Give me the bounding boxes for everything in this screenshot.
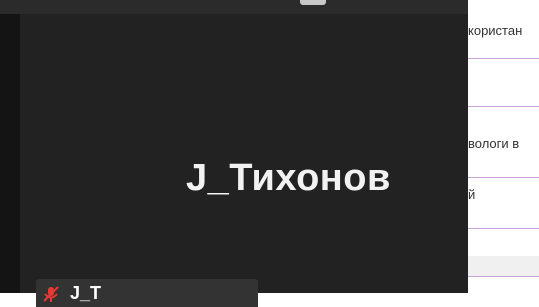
participant-video-tile[interactable]: J_Тихонов J_Т: [20, 14, 468, 307]
divider: [468, 276, 539, 277]
divider: [468, 58, 539, 59]
mic-muted-icon: [43, 286, 59, 302]
text-row: вологи в: [468, 136, 520, 151]
top-indicator: [300, 0, 326, 5]
top-strip: [0, 0, 468, 14]
text-row: користан: [468, 23, 523, 38]
name-label-text: J_Т: [70, 283, 102, 303]
divider: [468, 228, 539, 229]
gray-bar: [468, 256, 539, 276]
text-row: й: [468, 187, 476, 202]
participant-name-label: J_Т: [36, 279, 258, 307]
divider: [468, 177, 539, 178]
divider: [468, 106, 539, 107]
participant-name: J_Тихонов: [186, 157, 391, 199]
background-page-panel: користан вологи в й: [468, 0, 539, 293]
left-edge: [0, 14, 20, 293]
